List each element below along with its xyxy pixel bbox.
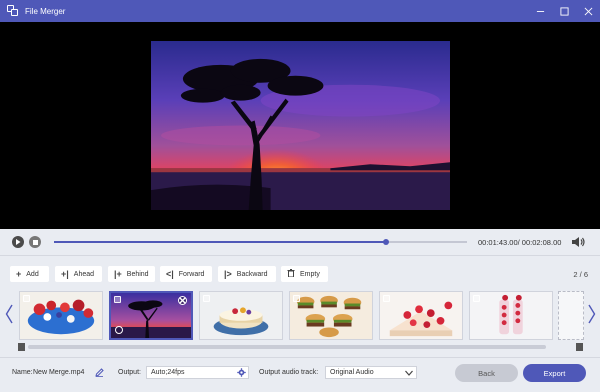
clip-thumbnail-cake[interactable]: [199, 291, 283, 340]
plus-icon: +: [16, 269, 22, 279]
behind-icon: |+: [114, 269, 122, 279]
restore-icon[interactable]: [552, 0, 576, 22]
ahead-icon: +|: [61, 269, 69, 279]
backward-icon: |>: [224, 269, 232, 279]
scroll-track[interactable]: [28, 345, 546, 349]
video-preview-area: [0, 22, 600, 229]
audio-track-label: Output audio track:: [259, 369, 319, 376]
page-count: 2 / 6: [573, 270, 588, 279]
file-name-value: New Merge.mp4: [33, 369, 85, 376]
clip-checkbox[interactable]: [473, 295, 480, 302]
clip-checkbox[interactable]: [203, 295, 210, 302]
clip-toolbar: + Add +| Ahead |+ Behind <| Forward |> B…: [0, 266, 600, 282]
export-button[interactable]: Export: [523, 364, 586, 382]
forward-button[interactable]: <| Forward: [160, 266, 212, 282]
remove-clip-icon[interactable]: [178, 296, 187, 305]
playback-progress-bar[interactable]: [54, 239, 467, 245]
edit-name-icon[interactable]: [95, 368, 104, 377]
scroll-start-handle[interactable]: [18, 343, 25, 351]
divider: [0, 255, 600, 256]
audio-track-select[interactable]: Original Audio: [325, 366, 417, 379]
title-bar: File Merger: [0, 0, 600, 22]
clip-thumbnail-strawberry-drinks[interactable]: [469, 291, 553, 340]
time-display: 00:01:43.00/ 00:02:08.00: [478, 238, 562, 247]
back-button[interactable]: Back: [455, 364, 518, 382]
output-label: Output:: [118, 369, 141, 376]
footer-bar: Name: New Merge.mp4 Output: Auto;24fps O…: [0, 357, 600, 392]
forward-icon: <|: [166, 269, 174, 279]
add-clip-placeholder[interactable]: [558, 291, 584, 340]
clip-checkbox[interactable]: [23, 295, 30, 302]
progress-fill: [54, 241, 387, 243]
play-icon[interactable]: [12, 236, 24, 248]
clip-thumbnail-sunset[interactable]: [109, 291, 193, 340]
clip-thumbnail-strawberry-cake[interactable]: [379, 291, 463, 340]
clip-thumbnail-burgers[interactable]: [289, 291, 373, 340]
clip-checkbox[interactable]: [383, 295, 390, 302]
name-label: Name:: [12, 369, 33, 376]
minimize-icon[interactable]: [528, 0, 552, 22]
app-logo-icon: [7, 5, 19, 17]
video-preview-frame: [151, 41, 450, 210]
close-icon[interactable]: [576, 0, 600, 22]
add-button[interactable]: + Add: [10, 266, 49, 282]
progress-handle[interactable]: [383, 239, 390, 245]
output-settings-gear-icon[interactable]: [237, 368, 246, 377]
clip-thumbnail-berries[interactable]: [19, 291, 103, 340]
chevron-down-icon: [405, 370, 413, 376]
scroll-left-icon[interactable]: [5, 304, 13, 324]
clip-strip-scrollbar[interactable]: [18, 343, 583, 351]
ahead-button[interactable]: +| Ahead: [55, 266, 102, 282]
output-format-field[interactable]: Auto;24fps: [146, 366, 249, 379]
scroll-end-handle[interactable]: [576, 343, 583, 351]
empty-button[interactable]: Empty: [281, 266, 328, 282]
trash-icon: [287, 269, 295, 279]
behind-button[interactable]: |+ Behind: [108, 266, 155, 282]
clip-image-icon: [114, 296, 121, 303]
playback-bar: 00:01:43.00/ 00:02:08.00: [0, 229, 600, 255]
clip-duration-icon: [115, 326, 123, 334]
scroll-right-icon[interactable]: [588, 304, 596, 324]
window-controls: [528, 0, 600, 22]
volume-icon[interactable]: [571, 235, 585, 249]
backward-button[interactable]: |> Backward: [218, 266, 276, 282]
stop-icon[interactable]: [29, 236, 41, 248]
clip-checkbox[interactable]: [293, 295, 300, 302]
window-title: File Merger: [25, 6, 66, 16]
